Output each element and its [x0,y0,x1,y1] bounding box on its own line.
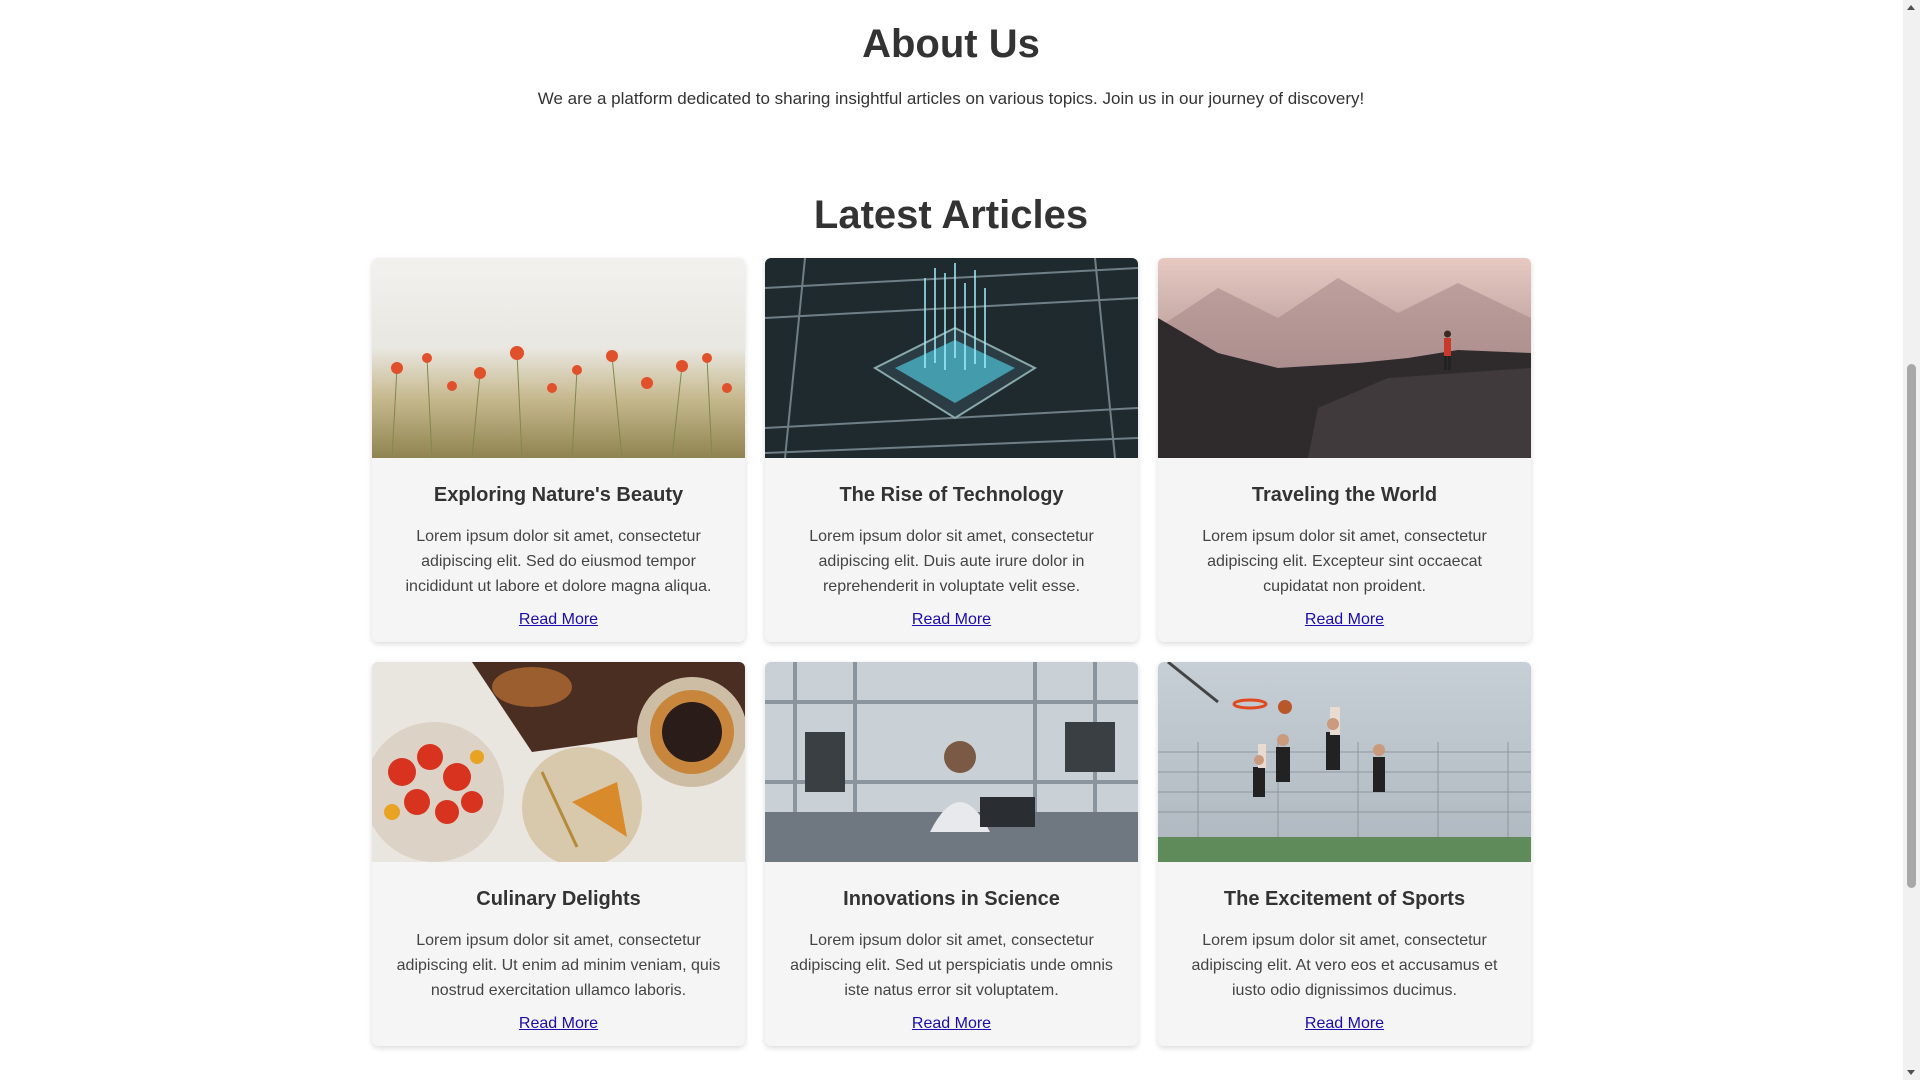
article-excerpt: Lorem ipsum dolor sit amet, consectetur … [790,932,1113,999]
article-card: The Excitement of Sports Lorem ipsum dol… [1158,662,1531,1046]
article-excerpt: Lorem ipsum dolor sit amet, consectetur … [809,528,1094,595]
read-more-link[interactable]: Read More [912,611,991,629]
article-title: The Rise of Technology [839,484,1064,506]
article-card: Culinary Delights Lorem ipsum dolor sit … [372,662,745,1046]
article-title: Traveling the World [1251,484,1438,506]
scrollbar-thumb[interactable] [1907,364,1916,888]
scroll-up-arrow-icon[interactable] [1907,5,1915,10]
scroll-down-arrow-icon[interactable] [1907,1070,1915,1075]
read-more-link[interactable]: Read More [519,1015,598,1033]
article-title: Culinary Delights [476,888,641,910]
article-excerpt: Lorem ipsum dolor sit amet, consectetur … [396,932,721,999]
article-card: Innovations in Science Lorem ipsum dolor… [765,662,1138,1046]
article-title: Innovations in Science [843,888,1060,910]
article-excerpt: Lorem ipsum dolor sit amet, consectetur … [1191,932,1498,999]
page: About Us We are a platform dedicated to … [0,0,1902,1080]
article-card: Exploring Nature's Beauty Lorem ipsum do… [372,258,745,642]
article-excerpt: Lorem ipsum dolor sit amet, consectetur … [405,528,712,595]
mountain-rocks-image [1158,258,1531,458]
food-table-image [372,662,745,862]
poppy-field-image [372,258,745,458]
article-card: Traveling the World Lorem ipsum dolor si… [1158,258,1531,642]
basketball-image [1158,662,1531,862]
article-card: The Rise of Technology Lorem ipsum dolor… [765,258,1138,642]
circuit-chip-image [765,258,1138,458]
vertical-scrollbar[interactable] [1903,0,1920,1080]
about-title: About Us [862,22,1040,66]
article-title: The Excitement of Sports [1223,888,1466,910]
read-more-link[interactable]: Read More [1305,611,1384,629]
article-excerpt: Lorem ipsum dolor sit amet, consectetur … [1202,528,1487,595]
read-more-link[interactable]: Read More [1305,1015,1384,1033]
about-text: We are a platform dedicated to sharing i… [537,89,1365,108]
read-more-link[interactable]: Read More [519,611,598,629]
science-lab-image [765,662,1138,862]
articles-grid: Exploring Nature's Beauty Lorem ipsum do… [372,258,1532,1046]
latest-articles-title: Latest Articles [813,193,1089,237]
article-title: Exploring Nature's Beauty [433,484,684,506]
read-more-link[interactable]: Read More [912,1015,991,1033]
